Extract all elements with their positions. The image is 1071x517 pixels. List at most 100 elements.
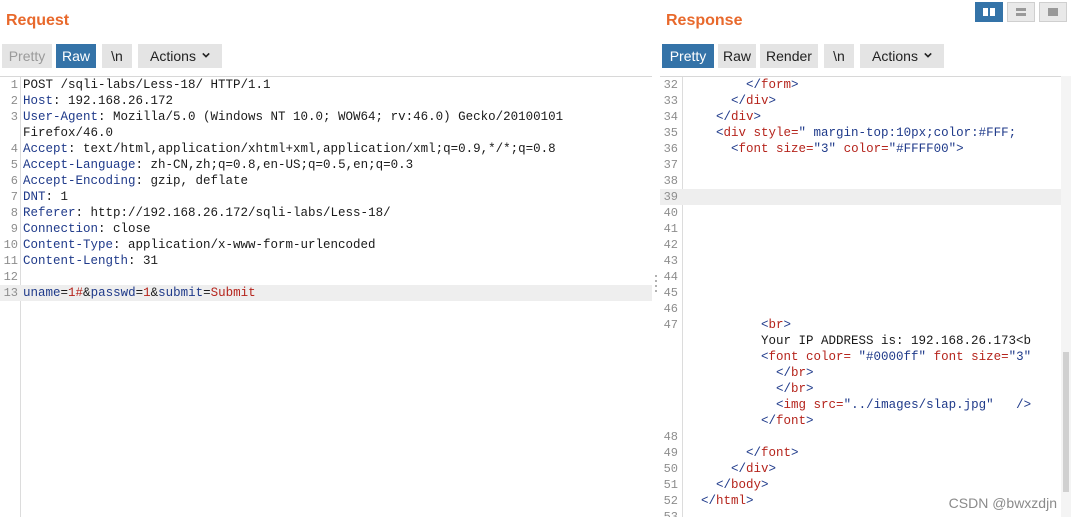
code-line: 8 Referer: http://192.168.26.172/sqli-lab… — [0, 205, 652, 221]
code-token: </ — [686, 414, 777, 428]
code-text: </form> — [686, 77, 799, 93]
code-text: <div style=" margin-top:10px;color:#FFF; — [686, 125, 1016, 141]
code-text: </body> — [686, 477, 769, 493]
code-text: </br> — [686, 365, 814, 381]
code-token: size= — [768, 142, 814, 156]
scrollbar-thumb[interactable] — [1063, 352, 1069, 492]
request-tab-pretty[interactable]: Pretty — [2, 44, 52, 68]
code-line: 35 <div style=" margin-top:10px;color:#F… — [660, 125, 1071, 141]
response-title: Response — [666, 12, 743, 29]
code-token: font — [776, 414, 807, 428]
code-token: </ — [686, 94, 747, 108]
request-editor[interactable]: 1 POST /sqli-labs/Less-18/ HTTP/1.1 2 Host:… — [0, 76, 652, 517]
code-token: submit — [158, 286, 204, 300]
code-text: Host: 192.168.26.172 — [23, 93, 173, 109]
code-token: : zh-CN,zh;q=0.8,en-US;q=0.5,en;q=0.3 — [135, 158, 414, 172]
code-token: font size= — [926, 350, 1009, 364]
line-number: 49 — [663, 446, 678, 460]
code-token: : 192.168.26.172 — [53, 94, 174, 108]
code-token: </ — [686, 446, 762, 460]
response-tab-raw[interactable]: Raw — [718, 44, 756, 68]
code-line: 39 — [660, 189, 1071, 205]
request-tab-raw[interactable]: Raw — [56, 44, 96, 68]
code-token: User-Agent — [23, 110, 99, 124]
code-token: : 1 — [45, 190, 69, 204]
code-line: 11 Content-Length: 31 — [0, 253, 652, 269]
code-token: > — [791, 78, 799, 92]
code-token: > — [806, 366, 814, 380]
code-line: 41 — [660, 221, 1071, 237]
response-tab-pretty[interactable]: Pretty — [662, 44, 714, 68]
code-line: 51 </body> — [660, 477, 1071, 493]
code-token: > — [806, 382, 814, 396]
request-newline-toggle[interactable]: \n — [102, 44, 132, 68]
line-number: 41 — [663, 222, 678, 236]
code-line: 12 — [0, 269, 652, 285]
code-text: Your IP ADDRESS is: 192.168.26.173<b — [686, 333, 1031, 349]
code-text: Firefox/46.0 — [23, 125, 113, 141]
code-token: : gzip, deflate — [135, 174, 249, 188]
code-token: < — [686, 398, 784, 412]
code-token: div — [746, 462, 769, 476]
code-token: div — [746, 94, 769, 108]
split-vertical-icon[interactable] — [1007, 2, 1035, 22]
line-number: 4 — [10, 142, 18, 156]
line-number: 38 — [663, 174, 678, 188]
request-actions-button[interactable]: Actions — [138, 44, 222, 68]
code-text: Referer: http://192.168.26.172/sqli-labs… — [23, 205, 391, 221]
code-token: " margin-top:10px;color:#FFF; — [798, 126, 1017, 140]
code-line: 5 Accept-Language: zh-CN,zh;q=0.8,en-US;q… — [0, 157, 652, 173]
code-text: </font> — [686, 445, 799, 461]
code-text: POST /sqli-labs/Less-18/ HTTP/1.1 — [23, 77, 271, 93]
response-editor[interactable]: 32 </form> 33 </div> 34 </div> 35 <div styl… — [660, 76, 1071, 517]
code-token: "3" — [1008, 350, 1032, 364]
code-line: 13 uname=1#&passwd=1&submit=Submit — [0, 285, 652, 301]
pane-splitter-handle[interactable] — [652, 272, 660, 296]
code-text: DNT: 1 — [23, 189, 68, 205]
code-line: 4 Accept: text/html,application/xhtml+xml… — [0, 141, 652, 157]
line-number: 48 — [663, 430, 678, 444]
code-text: <br> — [686, 317, 791, 333]
line-number: 12 — [3, 270, 18, 284]
line-number: 6 — [10, 174, 18, 188]
line-number: 46 — [663, 302, 678, 316]
line-number: 32 — [663, 78, 678, 92]
code-line: 40 — [660, 205, 1071, 221]
code-token: font — [768, 350, 799, 364]
response-tab-render[interactable]: Render — [760, 44, 818, 68]
code-token: br — [791, 382, 807, 396]
line-number: 10 — [3, 238, 18, 252]
code-token: Referer — [23, 206, 76, 220]
line-number: 36 — [663, 142, 678, 156]
code-token: Connection — [23, 222, 99, 236]
code-token: = — [203, 286, 211, 300]
request-title: Request — [6, 12, 70, 29]
code-line: 7 DNT: 1 — [0, 189, 652, 205]
line-number: 45 — [663, 286, 678, 300]
line-number: 43 — [663, 254, 678, 268]
code-token: < — [686, 350, 769, 364]
response-actions-button[interactable]: Actions — [860, 44, 944, 68]
code-token: "#0000ff" — [851, 350, 927, 364]
code-token: : text/html,application/xhtml+xml,applic… — [68, 142, 556, 156]
code-token: > — [791, 446, 799, 460]
response-newline-toggle[interactable]: \n — [824, 44, 854, 68]
single-pane-icon[interactable] — [1039, 2, 1067, 22]
code-line: 6 Accept-Encoding: gzip, deflate — [0, 173, 652, 189]
code-line: 32 </form> — [660, 77, 1071, 93]
code-line: 1 POST /sqli-labs/Less-18/ HTTP/1.1 — [0, 77, 652, 93]
code-line: 2 Host: 192.168.26.172 — [0, 93, 652, 109]
code-token: > — [956, 142, 964, 156]
code-token: > — [768, 462, 777, 476]
code-token: > — [783, 318, 792, 332]
code-line: 38 — [660, 173, 1071, 189]
chevron-down-icon — [202, 52, 210, 58]
code-token: < — [686, 126, 724, 140]
code-token: = — [135, 286, 144, 300]
response-scrollbar[interactable] — [1061, 76, 1071, 517]
code-token: "#FFFF00" — [888, 142, 957, 156]
code-token: < — [686, 142, 739, 156]
code-token: POST /sqli-labs/Less-18/ HTTP/1.1 — [23, 78, 271, 92]
line-number: 33 — [663, 94, 678, 108]
split-horizontal-icon[interactable] — [975, 2, 1003, 22]
